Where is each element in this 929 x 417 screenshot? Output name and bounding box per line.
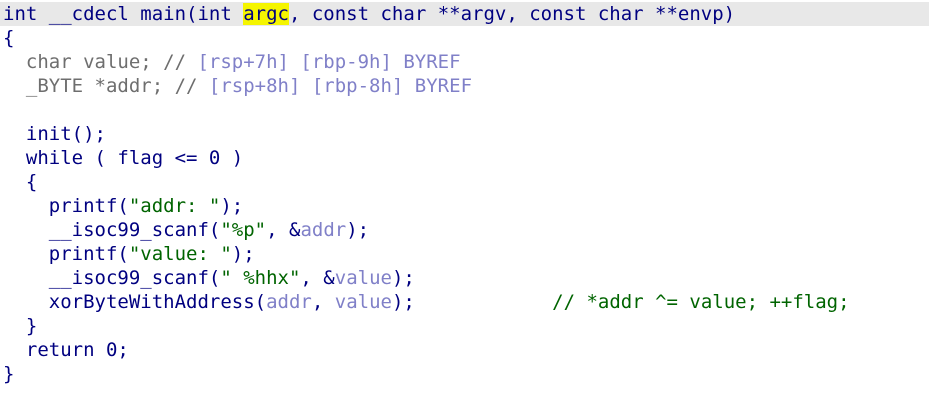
code-token: , & xyxy=(266,219,301,241)
code-token: xorByteWithAddress( xyxy=(3,291,267,313)
code-token: printf( xyxy=(3,243,129,265)
code-token: } xyxy=(3,363,15,385)
code-token: ); xyxy=(346,219,370,241)
code-line-decl-value[interactable]: char value; // [rsp+7h] [rbp-9h] BYREF xyxy=(3,50,461,74)
code-token: addr xyxy=(300,219,347,241)
code-token: // *addr ^= value; ++flag; xyxy=(552,291,850,313)
code-token: return 0; xyxy=(3,339,129,361)
code-token: { xyxy=(3,171,38,193)
code-token: value xyxy=(334,267,392,289)
code-token: , const char **argv, const char **envp) xyxy=(288,3,736,25)
code-token: char value; // xyxy=(3,51,198,73)
pseudocode-view[interactable]: int __cdecl main(int argc, const char **… xyxy=(0,0,929,417)
code-token: "%p" xyxy=(220,219,267,241)
code-token: while ( flag <= 0 ) xyxy=(3,147,244,169)
code-token: addr xyxy=(266,291,312,313)
code-token: "value: " xyxy=(128,243,232,265)
code-line-printf-value[interactable]: printf("value: "); xyxy=(3,242,255,266)
code-token: [rsp+8h] [rbp-8h] BYREF xyxy=(208,75,473,97)
code-token: printf( xyxy=(3,195,129,217)
code-line-xor-call[interactable]: xorByteWithAddress(addr, value); // *add… xyxy=(3,290,850,314)
code-token: ); xyxy=(220,195,244,217)
code-token: int __cdecl main(int xyxy=(3,3,244,25)
code-token: , xyxy=(311,291,335,313)
code-line-sig[interactable]: int __cdecl main(int argc, const char **… xyxy=(3,2,735,26)
code-token: __isoc99_scanf( xyxy=(3,219,221,241)
code-token: value xyxy=(334,291,392,313)
code-line-while-loop[interactable]: while ( flag <= 0 ) xyxy=(3,146,243,170)
code-token: ); xyxy=(391,291,553,313)
code-line-close-main[interactable]: } xyxy=(3,362,14,386)
code-token: init(); xyxy=(3,123,106,145)
code-token: ); xyxy=(391,267,415,289)
code-token: " %hhx" xyxy=(220,267,301,289)
code-line-open-loop[interactable]: { xyxy=(3,170,37,194)
code-line-open-main[interactable]: { xyxy=(3,26,14,50)
code-token: argc xyxy=(243,3,289,25)
code-token: ); xyxy=(231,243,255,265)
code-token: [rsp+7h] [rbp-9h] BYREF xyxy=(197,51,461,73)
code-token: __isoc99_scanf( xyxy=(3,267,221,289)
code-token: } xyxy=(3,315,38,337)
code-line-scanf-addr[interactable]: __isoc99_scanf("%p", &addr); xyxy=(3,218,369,242)
code-token: , & xyxy=(300,267,335,289)
code-line-init-call[interactable]: init(); xyxy=(3,122,106,146)
code-line-close-loop[interactable]: } xyxy=(3,314,37,338)
code-token: { xyxy=(3,27,15,49)
code-line-return[interactable]: return 0; xyxy=(3,338,129,362)
code-token: _BYTE *addr; // xyxy=(3,75,209,97)
code-line-decl-addr[interactable]: _BYTE *addr; // [rsp+8h] [rbp-8h] BYREF xyxy=(3,74,472,98)
code-line-scanf-value[interactable]: __isoc99_scanf(" %hhx", &value); xyxy=(3,266,415,290)
code-line-printf-addr[interactable]: printf("addr: "); xyxy=(3,194,244,218)
code-token: "addr: " xyxy=(128,195,221,217)
